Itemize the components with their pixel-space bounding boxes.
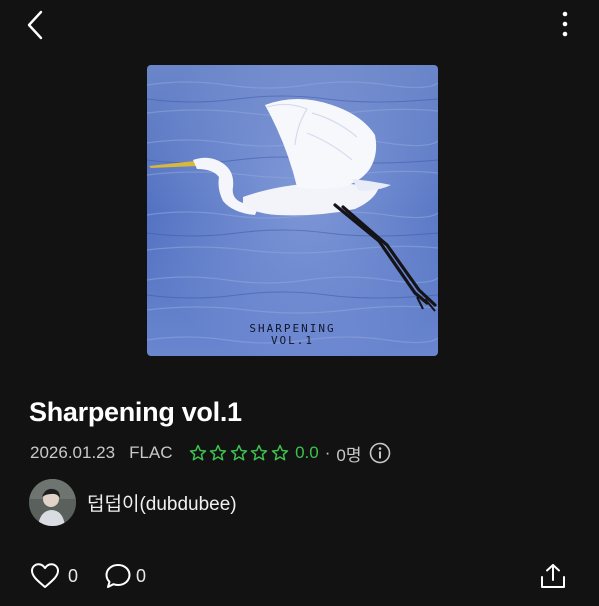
cover-title-line2: VOL.1	[270, 334, 315, 347]
more-vertical-icon	[562, 11, 568, 37]
share-icon	[541, 564, 565, 588]
cover-artwork	[147, 65, 438, 356]
comment-button[interactable]: 0	[104, 562, 146, 590]
release-date: 2026.01.23	[30, 443, 116, 462]
artist-name[interactable]: 덥덥이(dubdubee)	[87, 489, 237, 516]
artist-row[interactable]: 덥덥이(dubdubee)	[29, 478, 237, 526]
rater-count: 0명	[336, 445, 362, 465]
action-row: 0 0	[30, 562, 570, 592]
star-outline-icon[interactable]	[209, 444, 227, 462]
star-outline-icon[interactable]	[230, 444, 248, 462]
heart-icon	[31, 563, 59, 588]
rating-score: 0.0	[295, 443, 319, 462]
star-outline-icon[interactable]	[250, 444, 268, 462]
back-button[interactable]	[22, 8, 52, 42]
info-icon[interactable]	[369, 442, 391, 464]
avatar[interactable]	[29, 478, 76, 526]
rating-stars[interactable]	[189, 444, 292, 462]
share-button[interactable]	[539, 562, 567, 590]
star-outline-icon[interactable]	[271, 444, 289, 462]
comment-icon	[105, 564, 131, 588]
audio-format: FLAC	[129, 443, 173, 462]
album-meta-row: 2026.01.23 FLAC 0.0 · 0명	[30, 441, 391, 465]
like-button[interactable]: 0	[30, 562, 78, 590]
like-count: 0	[68, 565, 79, 586]
star-outline-icon[interactable]	[189, 444, 207, 462]
separator-dot: ·	[324, 443, 331, 462]
comment-count: 0	[136, 565, 147, 586]
album-title: Sharpening vol.1	[29, 397, 242, 427]
chevron-left-icon	[27, 10, 43, 40]
more-options-button[interactable]	[555, 8, 575, 42]
top-bar	[0, 0, 599, 50]
album-cover[interactable]: SHARPENING VOL.1	[147, 65, 438, 356]
